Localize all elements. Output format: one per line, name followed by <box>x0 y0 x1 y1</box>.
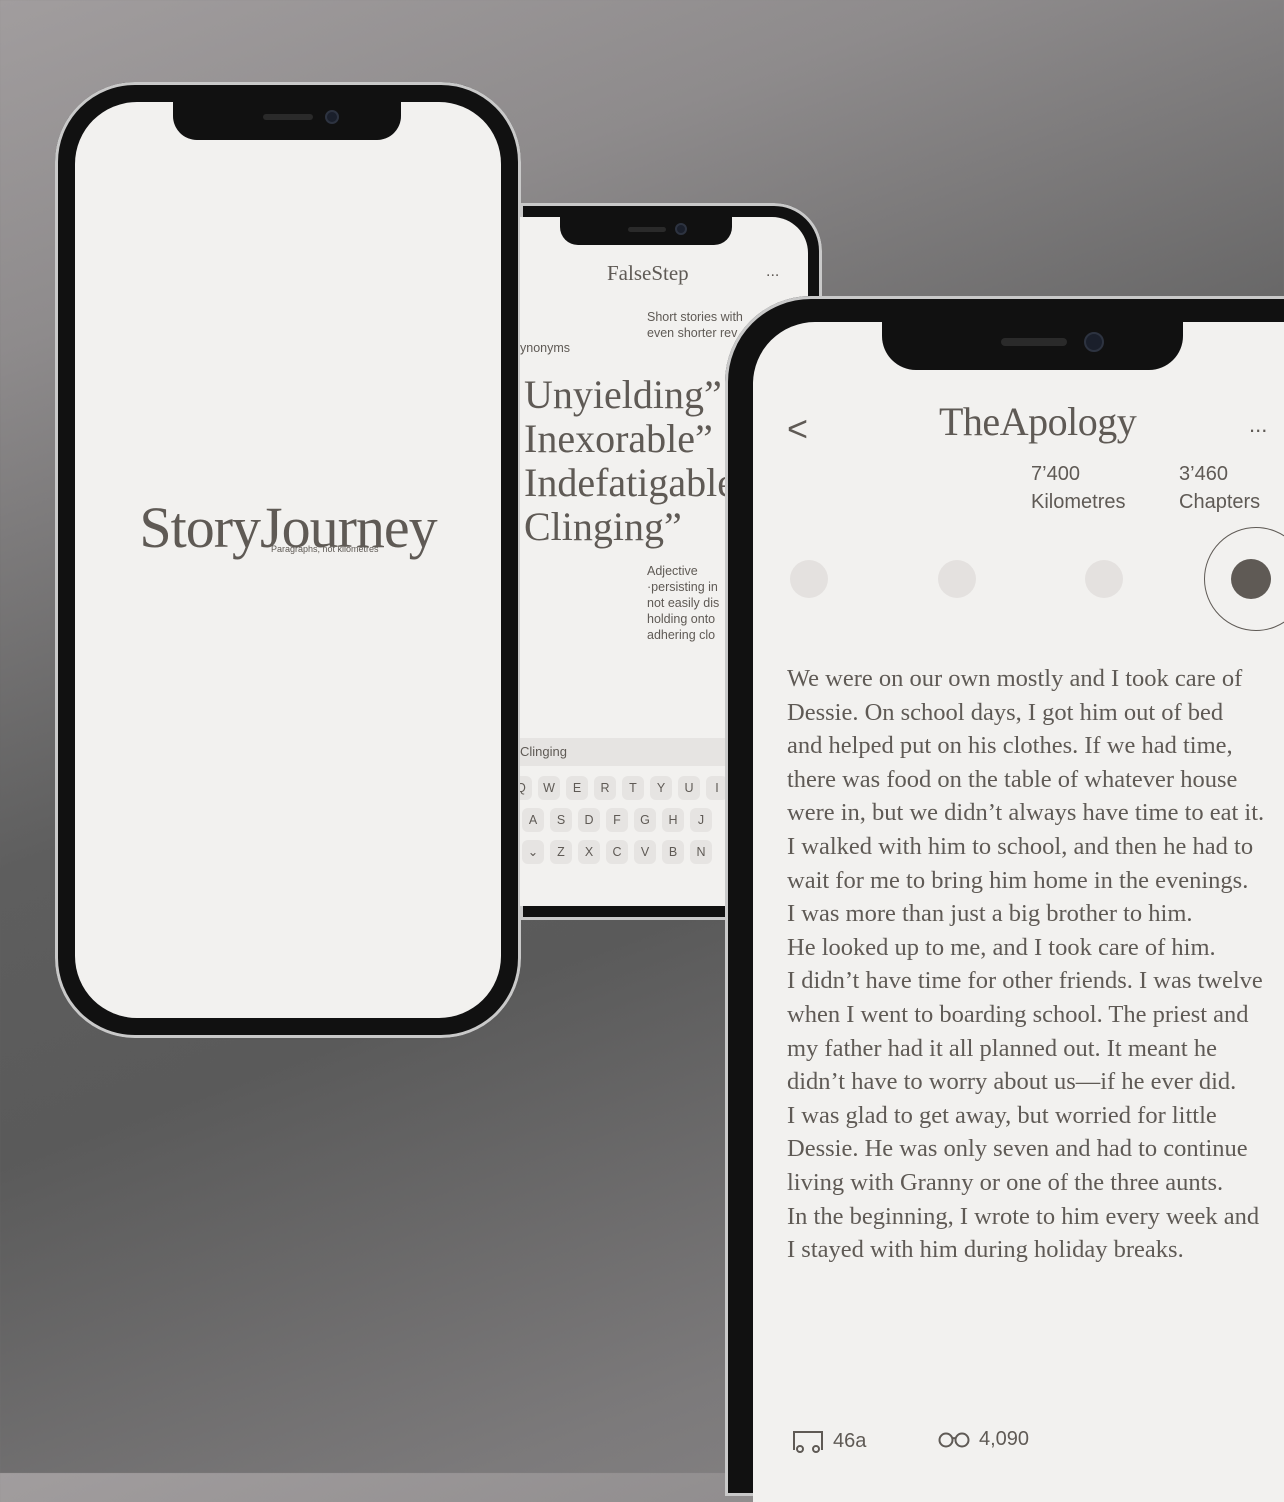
glasses-icon <box>938 1432 970 1447</box>
story-line: I walked with him to school, and then he… <box>787 832 1254 860</box>
speaker-grille <box>1001 338 1067 346</box>
stat-label: Kilometres <box>1031 491 1126 513</box>
story-line: In the beginning, I wrote to him every w… <box>787 1202 1260 1230</box>
synonym-item[interactable]: Inexorable” <box>524 417 735 461</box>
stat-value: 3’460 <box>1179 463 1228 485</box>
definition-line: not easily dis <box>647 596 720 610</box>
phone-splash: StoryJourney Paragraphs, not kilometres <box>55 82 521 1038</box>
progress-step-1[interactable] <box>790 560 828 598</box>
definition-line: ·persisting in <box>647 580 718 594</box>
key[interactable]: G <box>634 808 656 832</box>
story-text: We were on our own mostly and I took car… <box>787 662 1284 1267</box>
key[interactable]: T <box>622 776 644 800</box>
key[interactable]: Z <box>550 840 572 864</box>
notch <box>173 102 401 140</box>
synonym-item[interactable]: Clinging” <box>524 505 735 549</box>
more-button[interactable]: ... <box>766 263 779 281</box>
definition-line: holding onto <box>647 612 716 626</box>
keyboard-row-3: ⌄ Z X C V B N <box>522 840 718 866</box>
story-line: when I went to boarding school. The prie… <box>787 1000 1249 1028</box>
camera-icon <box>325 110 339 124</box>
story-line: We were on our own mostly and I took car… <box>787 665 1243 692</box>
key[interactable]: J <box>690 808 712 832</box>
key[interactable]: N <box>690 840 712 864</box>
key[interactable]: U <box>678 776 700 800</box>
shift-key[interactable]: ⌄ <box>522 840 544 864</box>
train-icon <box>793 1431 823 1453</box>
key[interactable]: H <box>662 808 684 832</box>
splash-screen: StoryJourney Paragraphs, not kilometres <box>75 102 501 1018</box>
camera-icon <box>675 223 687 235</box>
synonym-list: Unyielding” Inexorable” Indefatigable Cl… <box>524 373 735 549</box>
app-tagline: Paragraphs, not kilometres <box>271 544 379 554</box>
reading-info: 4,090 <box>937 1428 1029 1451</box>
key[interactable]: A <box>522 808 544 832</box>
reading-value: 4,090 <box>979 1428 1030 1450</box>
key[interactable]: C <box>606 840 628 864</box>
stat-chapters: 3’460 Chapters <box>1179 460 1260 516</box>
story-title: TheApology <box>939 399 1137 444</box>
transit-info: 46a <box>791 1428 866 1454</box>
story-line: living with Granny or one of the three a… <box>787 1168 1224 1196</box>
notch <box>560 217 732 245</box>
notch <box>882 322 1183 370</box>
story-line: wait for me to bring him home in the eve… <box>787 866 1249 894</box>
story-line: I didn’t have time for other friends. I … <box>787 967 1263 995</box>
camera-icon <box>1084 332 1104 352</box>
story-line: and helped put on his clothes. If we had… <box>787 732 1233 760</box>
key[interactable]: F <box>606 808 628 832</box>
key[interactable]: E <box>566 776 588 800</box>
key[interactable]: V <box>634 840 656 864</box>
story-title: FalseStep <box>607 261 689 285</box>
story-line: Dessie. He was only seven and had to con… <box>787 1135 1248 1163</box>
key[interactable]: X <box>578 840 600 864</box>
key[interactable]: D <box>578 808 600 832</box>
transit-value: 46a <box>833 1429 867 1452</box>
story-line: my father had it all planned out. It mea… <box>787 1034 1217 1062</box>
story-line: there was food on the table of whatever … <box>787 765 1238 793</box>
progress-step-2[interactable] <box>938 560 976 598</box>
key[interactable]: R <box>594 776 616 800</box>
story-line: Dessie. On school days, I got him out of… <box>787 698 1224 726</box>
reader-screen: < TheApology ... 7’400 Kilometres 3’460 … <box>753 322 1284 1502</box>
progress-step-3[interactable] <box>1085 560 1123 598</box>
key[interactable]: S <box>550 808 572 832</box>
key[interactable]: Q <box>520 776 532 800</box>
key[interactable]: Y <box>650 776 672 800</box>
stat-value: 7’400 <box>1031 463 1080 485</box>
speaker-grille <box>263 114 313 120</box>
keyboard-row-1: QWERTYUI <box>520 776 734 802</box>
story-line: didn’t have to worry about us—if he ever… <box>787 1068 1237 1096</box>
story-line: were in, but we didn’t always have time … <box>787 799 1265 827</box>
story-line: I stayed with him during holiday breaks. <box>787 1236 1184 1264</box>
progress-step-4-active[interactable] <box>1231 559 1271 599</box>
story-line: I was more than just a big brother to hi… <box>787 900 1193 928</box>
key[interactable]: W <box>538 776 560 800</box>
phone-reader: < TheApology ... 7’400 Kilometres 3’460 … <box>725 296 1284 1502</box>
synonym-item[interactable]: Unyielding” <box>524 373 735 417</box>
more-button[interactable]: ... <box>1249 412 1267 438</box>
definition: Adjective ·persisting in not easily dis … <box>647 563 719 643</box>
synonyms-label: ynonyms <box>520 341 571 355</box>
stat-kilometres: 7’400 Kilometres <box>1031 460 1125 516</box>
story-line: I was glad to get away, but worried for … <box>787 1101 1217 1129</box>
synonym-item[interactable]: Indefatigable <box>524 461 735 505</box>
keyboard-row-2: ASDFGHJ <box>522 808 718 834</box>
key[interactable]: B <box>662 840 684 864</box>
stat-label: Chapters <box>1179 491 1261 513</box>
speaker-grille <box>628 227 666 232</box>
definition-line: adhering clo <box>647 628 716 642</box>
definition-line: Adjective <box>647 564 698 578</box>
story-line: He looked up to me, and I took care of h… <box>787 933 1216 961</box>
back-button[interactable]: < <box>787 408 808 450</box>
